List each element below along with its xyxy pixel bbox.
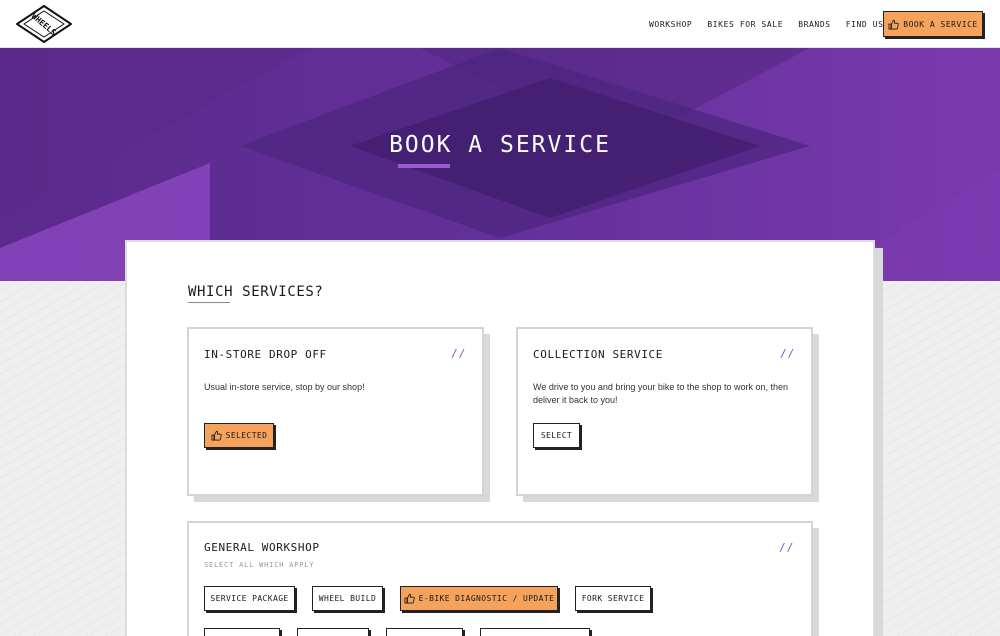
nav-find-us[interactable]: FIND US <box>846 20 884 29</box>
workshop-option-row2[interactable] <box>297 628 369 636</box>
option-slashes: // <box>451 347 467 360</box>
book-service-label: BOOK A SERVICE <box>903 19 978 29</box>
option-title: COLLECTION SERVICE <box>533 348 664 361</box>
workshop-slashes: // <box>779 541 795 554</box>
site-header: WHEELS WORKSHOP BIKES FOR SALE BRANDS FI… <box>0 0 1000 48</box>
selected-button-label: SELECTED <box>225 431 268 440</box>
title-underline <box>398 164 450 168</box>
thumbs-up-icon <box>404 593 415 604</box>
fork-service-option[interactable]: FORK SERVICE <box>575 586 651 611</box>
option-slashes: // <box>780 347 796 360</box>
nav-bikes-for-sale[interactable]: BIKES FOR SALE <box>707 20 783 29</box>
wheels-logo[interactable]: WHEELS <box>16 5 72 43</box>
selected-button[interactable]: SELECTED <box>204 423 274 448</box>
option-card-in-store[interactable]: IN-STORE DROP OFF // Usual in-store serv… <box>187 327 484 496</box>
option-description: Usual in-store service, stop by our shop… <box>204 382 365 392</box>
workshop-option-row2[interactable] <box>480 628 590 636</box>
main-nav: WORKSHOP BIKES FOR SALE BRANDS FIND US <box>649 0 899 48</box>
workshop-option-row2[interactable] <box>386 628 463 636</box>
nav-brands[interactable]: BRANDS <box>798 20 831 29</box>
wheel-build-option[interactable]: WHEEL BUILD <box>312 586 383 611</box>
workshop-option-row2[interactable] <box>204 628 280 636</box>
nav-workshop[interactable]: WORKSHOP <box>649 20 692 29</box>
general-workshop-card: GENERAL WORKSHOP // SELECT ALL WHICH APP… <box>187 521 813 636</box>
option-description: We drive to you and bring your bike to t… <box>533 382 788 405</box>
option-title: IN-STORE DROP OFF <box>204 348 327 361</box>
workshop-title: GENERAL WORKSHOP <box>204 541 320 554</box>
thumbs-up-icon <box>888 19 899 29</box>
workshop-subtitle: SELECT ALL WHICH APPLY <box>204 561 315 569</box>
select-button[interactable]: SELECT <box>533 423 580 448</box>
section-title: WHICH SERVICES? <box>188 284 324 300</box>
section-underline <box>188 302 230 303</box>
service-package-option[interactable]: SERVICE PACKAGE <box>204 586 295 611</box>
e-bike-diagnostic-option[interactable]: E-BIKE DIAGNOSTIC / UPDATE <box>400 586 558 611</box>
option-card-collection[interactable]: COLLECTION SERVICE // We drive to you an… <box>516 327 813 496</box>
thumbs-up-icon <box>211 430 222 441</box>
book-service-button[interactable]: BOOK A SERVICE <box>883 11 983 37</box>
e-bike-diagnostic-label: E-BIKE DIAGNOSTIC / UPDATE <box>418 594 555 603</box>
page-title: BOOK A SERVICE <box>389 132 611 158</box>
